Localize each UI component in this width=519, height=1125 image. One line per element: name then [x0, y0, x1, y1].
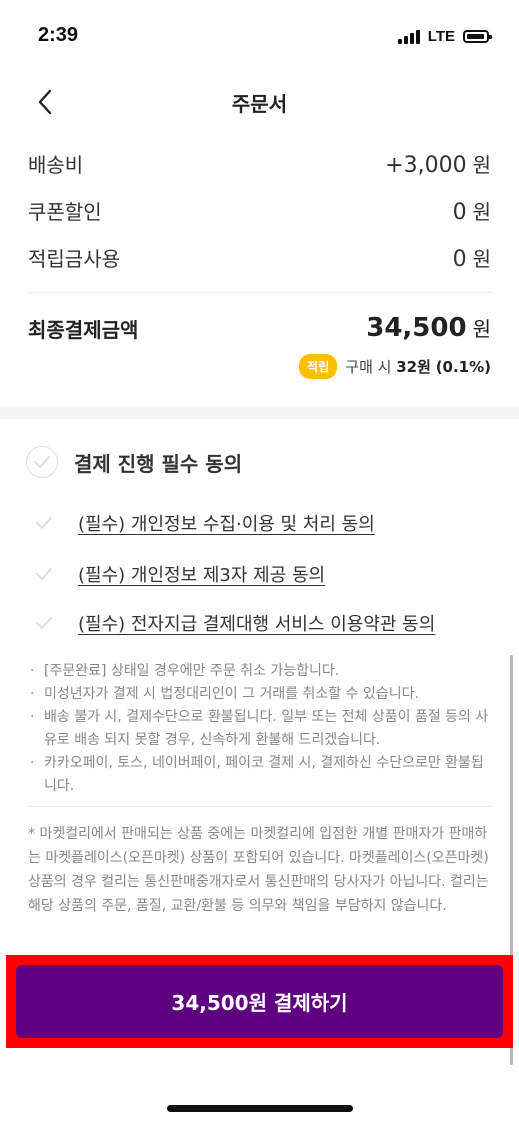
check-circle-icon [26, 446, 58, 478]
notice-item: 미성년자가 결제 시 법정대리인이 그 거래를 취소할 수 있습니다. [28, 683, 491, 706]
agreement-item[interactable]: (필수) 전자지급 결제대행 서비스 이용약관 동의 [34, 610, 435, 636]
final-total-amount: 34,500 원 [366, 313, 491, 343]
final-total-label: 최종결제금액 [28, 317, 139, 342]
coupon-discount-row: 쿠폰할인 0원 [28, 194, 491, 226]
earn-points-text: 구매 시 32원 (0.1%) [345, 358, 491, 376]
check-icon [34, 564, 54, 584]
status-indicators: LTE [397, 28, 492, 45]
agreement-item[interactable]: (필수) 개인정보 수집·이용 및 처리 동의 [34, 510, 375, 536]
section-separator [0, 407, 519, 419]
check-icon [34, 513, 54, 533]
shipping-fee-amount: +3,000 원 [385, 152, 491, 178]
pay-button[interactable]: 34,500원 결제하기 [16, 965, 503, 1038]
notice-list: [주문완료] 상태일 경우에만 주문 취소 가능합니다. 미성년자가 결제 시 … [28, 660, 491, 798]
notice-item: [주문완료] 상태일 경우에만 주문 취소 가능합니다. [28, 660, 491, 683]
notice-area: [주문완료] 상태일 경우에만 주문 취소 가능합니다. 미성년자가 결제 시 … [28, 660, 491, 798]
battery-icon [463, 30, 492, 43]
points-usage-amount: 0원 [452, 246, 491, 272]
signal-icon [397, 29, 420, 44]
coupon-discount-amount: 0원 [452, 199, 491, 225]
agree-all-checkbox[interactable]: 결제 진행 필수 동의 [26, 446, 242, 478]
network-label: LTE [427, 28, 455, 45]
summary-divider [28, 292, 491, 293]
notice-divider [28, 806, 491, 807]
page-title: 주문서 [231, 92, 288, 116]
agree-all-label: 결제 진행 필수 동의 [74, 451, 243, 476]
notice-item: 배송 불가 시, 결제수단으로 환불됩니다. 일부 또는 전체 상품이 품절 등… [28, 706, 491, 752]
home-indicator[interactable] [167, 1105, 353, 1112]
status-bar: 2:39 LTE [0, 0, 519, 72]
agreement-item-label[interactable]: (필수) 전자지급 결제대행 서비스 이용약관 동의 [78, 610, 435, 636]
agreement-item-label[interactable]: (필수) 개인정보 제3자 제공 동의 [78, 561, 325, 587]
agreement-item[interactable]: (필수) 개인정보 제3자 제공 동의 [34, 561, 325, 587]
check-icon [34, 613, 54, 633]
notice-item: 카카오페이, 토스, 네이버페이, 페이코 결제 시, 결제하신 수단으로만 환… [28, 752, 491, 798]
nav-bar: 주문서 [0, 72, 519, 130]
coupon-discount-label: 쿠폰할인 [28, 199, 102, 224]
agreement-item-label[interactable]: (필수) 개인정보 수집·이용 및 처리 동의 [78, 510, 375, 536]
status-time: 2:39 [38, 24, 79, 46]
marketplace-disclaimer: * 마켓컬리에서 판매되는 상품 중에는 마켓컬리에 입점한 개별 판매자가 판… [28, 826, 489, 914]
shipping-fee-row: 배송비 +3,000 원 [28, 147, 491, 179]
shipping-fee-label: 배송비 [28, 152, 84, 177]
final-total-row: 최종결제금액 34,500 원 [28, 310, 491, 346]
points-usage-row: 적립금사용 0원 [28, 241, 491, 273]
earn-points-info: 적립 구매 시 32원 (0.1%) [299, 354, 491, 379]
points-usage-label: 적립금사용 [28, 246, 120, 271]
points-badge: 적립 [299, 354, 338, 379]
